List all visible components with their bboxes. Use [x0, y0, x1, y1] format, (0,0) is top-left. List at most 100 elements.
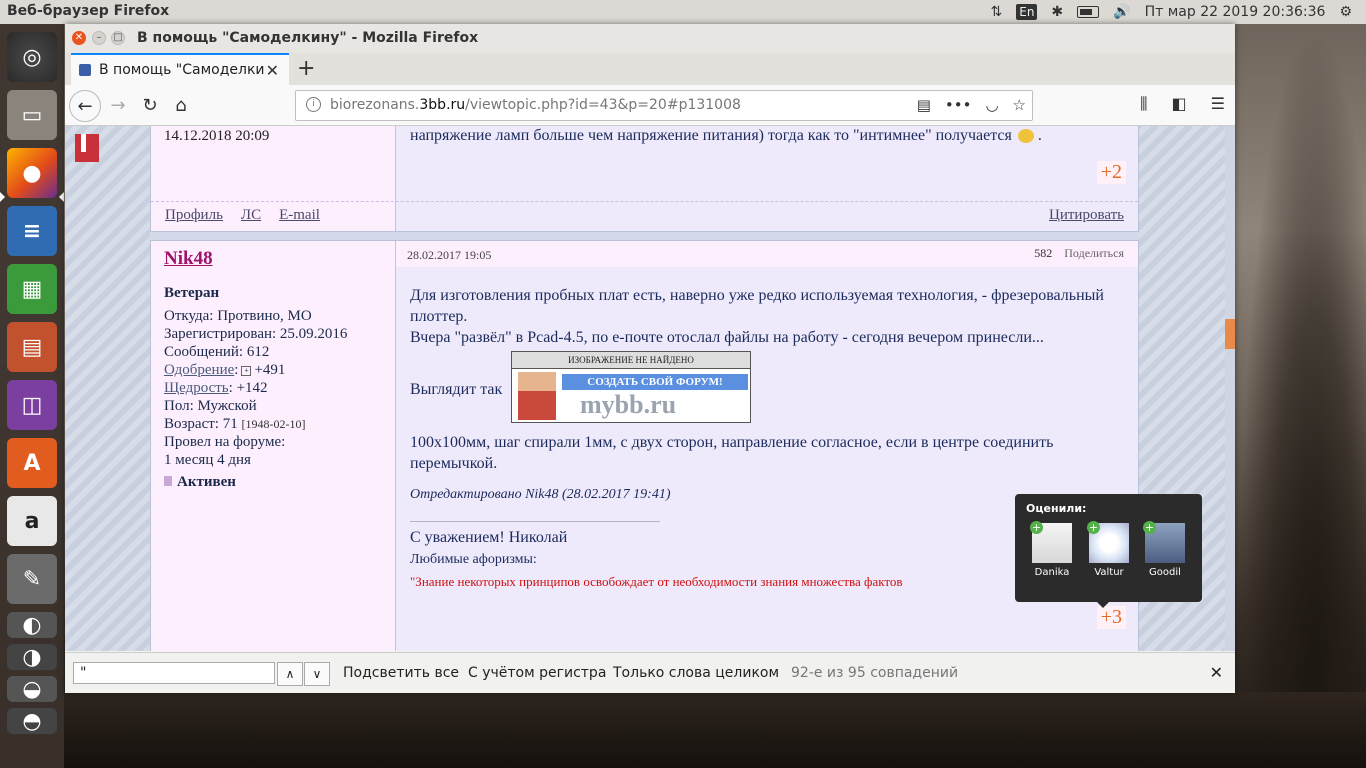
match-case-toggle[interactable]: С учётом регистра: [468, 665, 606, 681]
minimize-window-button[interactable]: –: [92, 31, 106, 45]
post-paragraph: Вчера "развёл" в Pcad-4.5, по е-почте от…: [410, 329, 1044, 346]
maximize-window-button[interactable]: □: [111, 31, 125, 45]
writer-icon[interactable]: ≡: [7, 206, 57, 256]
post-number-link[interactable]: 582: [1034, 246, 1052, 260]
amazon-icon[interactable]: a: [7, 496, 57, 546]
generosity-link[interactable]: Щедрость: [164, 380, 229, 396]
pm-link[interactable]: ЛС: [241, 207, 261, 223]
base-icon[interactable]: ◫: [7, 380, 57, 430]
email-link[interactable]: E-mail: [279, 207, 320, 223]
new-tab-button[interactable]: +: [297, 56, 315, 81]
firefox-icon[interactable]: ●: [7, 148, 57, 198]
network-icon[interactable]: ⇅: [991, 4, 1003, 20]
scrollbar[interactable]: [1225, 126, 1235, 651]
author-generosity: Щедрость: +142: [164, 380, 268, 396]
software-center-icon[interactable]: A: [7, 438, 57, 488]
bookmark-star-icon[interactable]: ☆: [1013, 96, 1026, 114]
whole-words-toggle[interactable]: Только слова целиком: [613, 665, 779, 681]
settings-icon[interactable]: ✎: [7, 554, 57, 604]
signature-divider: [410, 521, 660, 522]
author-age: Возраст: 71 [1948-02-10]: [164, 416, 306, 432]
desktop-ground: [64, 692, 1366, 768]
site-info-icon[interactable]: i: [306, 97, 321, 112]
window-title: В помощь "Самоделкину" - Mozilla Firefox: [137, 30, 479, 46]
signature-line: Любимые афоризмы:: [410, 552, 537, 567]
quote-link[interactable]: Цитировать: [1049, 207, 1124, 223]
app-icon[interactable]: ◒: [7, 676, 57, 702]
close-window-button[interactable]: ✕: [72, 31, 86, 45]
library-icon[interactable]: ⫼: [1140, 94, 1147, 114]
rater[interactable]: + Goodil: [1143, 521, 1185, 578]
close-tab-icon[interactable]: ✕: [266, 61, 279, 80]
share-link[interactable]: Поделиться: [1064, 246, 1124, 260]
back-button[interactable]: ←: [69, 90, 101, 122]
focus-indicator: [59, 192, 64, 202]
battery-icon[interactable]: [1077, 6, 1100, 18]
forum-post: 14.12.2018 20:09 напряжение ламп больше …: [150, 126, 1139, 232]
missing-image-placeholder[interactable]: ИЗОБРАЖЕНИЕ НЕ НАЙДЕНО СОЗДАТЬ СВОЙ ФОРУ…: [511, 351, 751, 423]
approval-link[interactable]: Одобрение: [164, 362, 234, 378]
author-time-on-forum-value: 1 месяц 4 дня: [164, 452, 251, 468]
keyboard-layout[interactable]: En: [1016, 4, 1038, 20]
volume-icon[interactable]: 🔊: [1113, 4, 1130, 20]
url-text[interactable]: biorezonans.3bb.ru/viewtopic.php?id=43&p…: [330, 97, 741, 113]
avatar: +: [1087, 521, 1129, 563]
desktop-tree-silhouette: [1236, 24, 1366, 768]
find-previous-button[interactable]: ∧: [277, 662, 303, 686]
home-button[interactable]: ⌂: [166, 90, 196, 120]
profile-link[interactable]: Профиль: [165, 207, 223, 223]
files-icon[interactable]: ▭: [7, 90, 57, 140]
page-content: 14.12.2018 20:09 напряжение ламп больше …: [65, 126, 1235, 651]
author-time-on-forum: Провел на форуме:: [164, 434, 286, 450]
clock[interactable]: Пт мар 22 2019 20:36:36: [1145, 4, 1326, 20]
sidebar-icon[interactable]: ◧: [1172, 94, 1187, 114]
plus-icon: +: [1030, 521, 1043, 534]
app-icon[interactable]: ◑: [7, 644, 57, 670]
active-app-title: Веб-браузер Firefox: [7, 3, 170, 19]
tab-active[interactable]: В помощь "Самоделкин ✕: [71, 53, 289, 85]
post-date: 28.02.2017 19:05: [407, 248, 492, 262]
navigation-bar: ← → ↻ ⌂ i biorezonans.3bb.ru/viewtopic.p…: [65, 85, 1235, 126]
find-next-button[interactable]: ∨: [304, 662, 330, 686]
url-bar[interactable]: i biorezonans.3bb.ru/viewtopic.php?id=43…: [295, 90, 1033, 121]
find-input[interactable]: ": [73, 662, 275, 684]
find-status: 92-е из 95 совпадений: [791, 665, 959, 681]
author-messages: Сообщений: 612: [164, 344, 270, 360]
bookmark-ribbon-icon[interactable]: [75, 134, 99, 162]
power-icon[interactable]: ⚙: [1339, 4, 1352, 20]
author-registered: Зарегистрирован: 25.09.2016: [164, 326, 348, 342]
post-header: 28.02.2017 19:05 582 Поделиться: [396, 241, 1138, 267]
approve-plus-icon[interactable]: +: [241, 365, 252, 376]
reader-view-icon[interactable]: ▤: [917, 96, 931, 114]
window-titlebar[interactable]: ✕ – □ В помощь "Самоделкину" - Mozilla F…: [65, 24, 1235, 53]
post-paragraph: Для изготовления пробных плат есть, наве…: [410, 287, 1104, 325]
bluetooth-icon[interactable]: ✱: [1051, 4, 1063, 20]
rater[interactable]: + Valtur: [1087, 521, 1129, 578]
rated-by-title: Оценили:: [1026, 502, 1087, 515]
signature-quote: "Знание некоторых принципов освобождает …: [410, 574, 903, 589]
close-find-bar-icon[interactable]: ✕: [1210, 663, 1223, 682]
plus-icon: +: [1143, 521, 1156, 534]
ubuntu-dash-icon[interactable]: ◎: [7, 32, 57, 82]
author-info: Откуда: Протвино, МО Зарегистрирован: 25…: [164, 307, 347, 469]
author-status: Активен: [164, 474, 236, 491]
post-rating[interactable]: +3: [1096, 606, 1126, 629]
author-name-link[interactable]: Nik48: [164, 248, 213, 270]
avatar: +: [1030, 521, 1072, 563]
post-footer: Профиль ЛС E-mail Цитировать: [151, 201, 1138, 226]
app-icon[interactable]: ◐: [7, 612, 57, 638]
popup-tail: [1097, 602, 1109, 608]
rater[interactable]: + Danika: [1030, 521, 1072, 578]
author-from: Откуда: Протвино, МО: [164, 308, 312, 324]
menu-icon[interactable]: ☰: [1211, 94, 1225, 114]
pocket-icon[interactable]: ◡: [985, 96, 998, 114]
scrollbar-thumb[interactable]: [1225, 319, 1235, 349]
impress-icon[interactable]: ▤: [7, 322, 57, 372]
calc-icon[interactable]: ▦: [7, 264, 57, 314]
reload-button[interactable]: ↻: [135, 90, 165, 120]
page-actions-icon[interactable]: •••: [945, 96, 972, 114]
forward-button[interactable]: →: [103, 90, 133, 120]
post-rating[interactable]: +2: [1096, 161, 1126, 184]
app-icon[interactable]: ◓: [7, 708, 57, 734]
highlight-all-toggle[interactable]: Подсветить все: [343, 665, 459, 681]
